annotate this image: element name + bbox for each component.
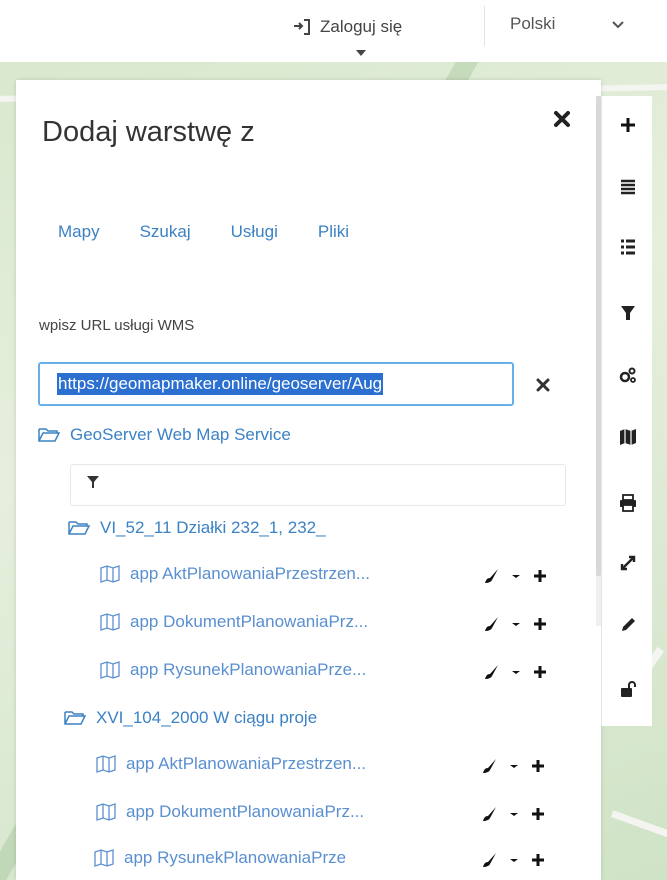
caret-down-icon[interactable]: [508, 568, 524, 584]
map-icon: [100, 661, 120, 679]
layer-group[interactable]: VI_52_11 Działki 232_1, 232_: [68, 518, 326, 538]
layer-actions: [482, 758, 546, 774]
brush-icon[interactable]: [482, 852, 498, 868]
tab-files[interactable]: Pliki: [318, 222, 349, 242]
filter-icon[interactable]: [86, 475, 100, 489]
list-icon[interactable]: [619, 178, 637, 196]
sign-in-icon: [294, 19, 310, 35]
map-icon: [94, 849, 114, 867]
login-label: Zaloguj się: [320, 17, 403, 36]
caret-down-icon[interactable]: [508, 664, 524, 680]
filter-icon[interactable]: [619, 304, 637, 322]
layer-item[interactable]: app AktPlanowaniaPrzestrzen...: [100, 564, 370, 584]
layer-actions: [484, 616, 548, 632]
right-toolbar: [601, 96, 652, 726]
unlock-icon[interactable]: [619, 680, 637, 698]
topbar-divider: [484, 6, 485, 46]
language-select[interactable]: Polski: [510, 14, 555, 34]
layer-name: app AktPlanowaniaPrzestrzen...: [130, 564, 371, 583]
pencil-icon[interactable]: [619, 616, 637, 634]
login-button[interactable]: Zaloguj się: [292, 12, 402, 42]
plus-icon[interactable]: [532, 664, 548, 680]
caret-down-icon[interactable]: [506, 852, 522, 868]
top-bar: Zaloguj się Polski: [0, 0, 667, 62]
brush-icon[interactable]: [484, 616, 500, 632]
caret-down-icon[interactable]: [508, 616, 524, 632]
group-name: XVI_104_2000 W ciągu proje: [96, 708, 318, 727]
cogs-icon[interactable]: [619, 366, 637, 384]
map-icon: [100, 565, 120, 583]
layer-actions: [482, 806, 546, 822]
layer-name: app RysunekPlanowaniaPrze: [124, 848, 347, 867]
layer-name: app AktPlanowaniaPrzestrzen...: [126, 754, 367, 773]
layer-actions: [482, 852, 546, 868]
folder-open-icon: [64, 711, 86, 725]
url-label: wpisz URL usługi WMS: [39, 317, 195, 334]
plus-icon[interactable]: [530, 758, 546, 774]
layer-actions: [484, 664, 548, 680]
layer-item[interactable]: app RysunekPlanowaniaPrze...: [100, 660, 366, 680]
layer-name: app DokumentPlanowaniaPrz...: [126, 802, 365, 821]
brush-icon[interactable]: [484, 568, 500, 584]
folder-open-icon: [68, 521, 90, 535]
expand-icon[interactable]: [619, 554, 637, 572]
plus-icon[interactable]: [619, 116, 637, 134]
tab-search[interactable]: Szukaj: [140, 222, 191, 242]
close-icon[interactable]: [551, 108, 573, 130]
list-bullets-icon[interactable]: [619, 238, 637, 256]
map-road: [610, 810, 667, 841]
brush-icon[interactable]: [482, 758, 498, 774]
layer-item[interactable]: app AktPlanowaniaPrzestrzen...: [96, 754, 366, 774]
service-root[interactable]: GeoServer Web Map Service: [38, 425, 291, 445]
tab-maps[interactable]: Mapy: [58, 222, 100, 242]
layer-item[interactable]: app DokumentPlanowaniaPrz...: [96, 802, 364, 822]
brush-icon[interactable]: [484, 664, 500, 680]
login-caret-icon: [356, 50, 366, 56]
folder-open-icon: [38, 428, 60, 442]
panel-tabs: Mapy Szukaj Usługi Pliki: [58, 222, 349, 242]
brush-icon[interactable]: [482, 806, 498, 822]
layer-actions: [484, 568, 548, 584]
plus-icon[interactable]: [530, 852, 546, 868]
map-icon: [100, 613, 120, 631]
layer-name: app RysunekPlanowaniaPrze...: [130, 660, 367, 679]
tab-services[interactable]: Usługi: [231, 222, 278, 242]
plus-icon[interactable]: [530, 806, 546, 822]
wms-url-input[interactable]: [38, 362, 514, 406]
map-icon: [96, 755, 116, 773]
plus-icon[interactable]: [532, 568, 548, 584]
layer-item[interactable]: app RysunekPlanowaniaPrze: [94, 848, 346, 868]
map-icon[interactable]: [619, 428, 637, 446]
layer-group[interactable]: XVI_104_2000 W ciągu proje: [64, 708, 317, 728]
layer-filter[interactable]: [70, 464, 566, 506]
plus-icon[interactable]: [532, 616, 548, 632]
service-name: GeoServer Web Map Service: [70, 425, 291, 444]
map-icon: [96, 803, 116, 821]
group-name: VI_52_11 Działki 232_1, 232_: [100, 518, 326, 537]
layer-name: app DokumentPlanowaniaPrz...: [130, 612, 369, 631]
clear-url-icon[interactable]: [535, 377, 551, 393]
add-layer-panel: Dodaj warstwę z Mapy Szukaj Usługi Pliki…: [16, 80, 601, 880]
chevron-down-icon[interactable]: [611, 20, 625, 30]
panel-title: Dodaj warstwę z: [42, 116, 255, 148]
layer-item[interactable]: app DokumentPlanowaniaPrz...: [100, 612, 368, 632]
caret-down-icon[interactable]: [506, 758, 522, 774]
caret-down-icon[interactable]: [506, 806, 522, 822]
print-icon[interactable]: [619, 494, 637, 512]
